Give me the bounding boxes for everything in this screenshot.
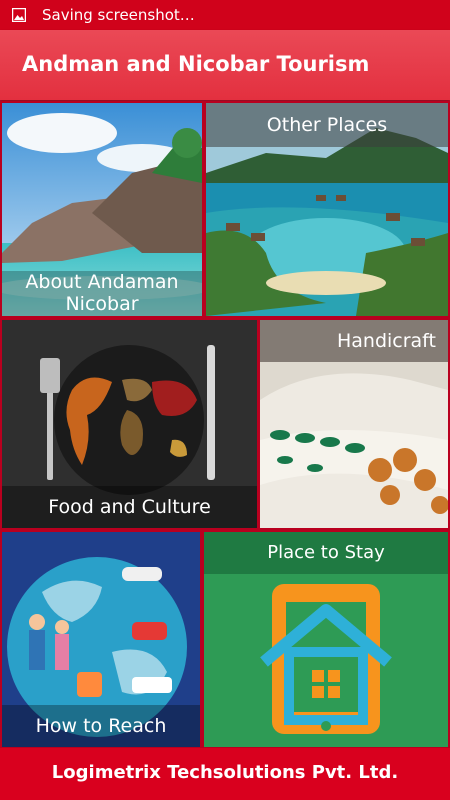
tile-label: How to Reach xyxy=(2,705,200,747)
tile-other-places[interactable]: Other Places xyxy=(206,103,448,316)
tile-label: Other Places xyxy=(206,103,448,147)
tile-label: Food and Culture xyxy=(2,486,257,528)
tile-label: About Andaman Nicobar xyxy=(2,271,202,316)
house-phone-icon xyxy=(260,584,392,734)
tile-about[interactable]: About Andaman Nicobar xyxy=(2,103,202,316)
tile-food-culture[interactable]: Food and Culture xyxy=(2,320,257,528)
app-bar: Andman and Nicobar Tourism xyxy=(0,30,450,100)
status-bar: Saving screenshot… xyxy=(0,0,450,30)
tile-grid: About Andaman Nicobar Other Places Food … xyxy=(0,101,450,748)
footer: Logimetrix Techsolutions Pvt. Ltd. xyxy=(0,748,450,800)
image-icon xyxy=(12,8,26,22)
tile-handicraft[interactable]: Handicraft xyxy=(260,320,448,528)
footer-text: Logimetrix Techsolutions Pvt. Ltd. xyxy=(51,762,399,783)
tile-place-to-stay[interactable]: Place to Stay xyxy=(204,532,448,747)
tile-label: Handicraft xyxy=(260,320,448,362)
tile-how-to-reach[interactable]: How to Reach xyxy=(2,532,200,747)
status-text: Saving screenshot… xyxy=(42,6,195,24)
page-title: Andman and Nicobar Tourism xyxy=(22,52,370,76)
